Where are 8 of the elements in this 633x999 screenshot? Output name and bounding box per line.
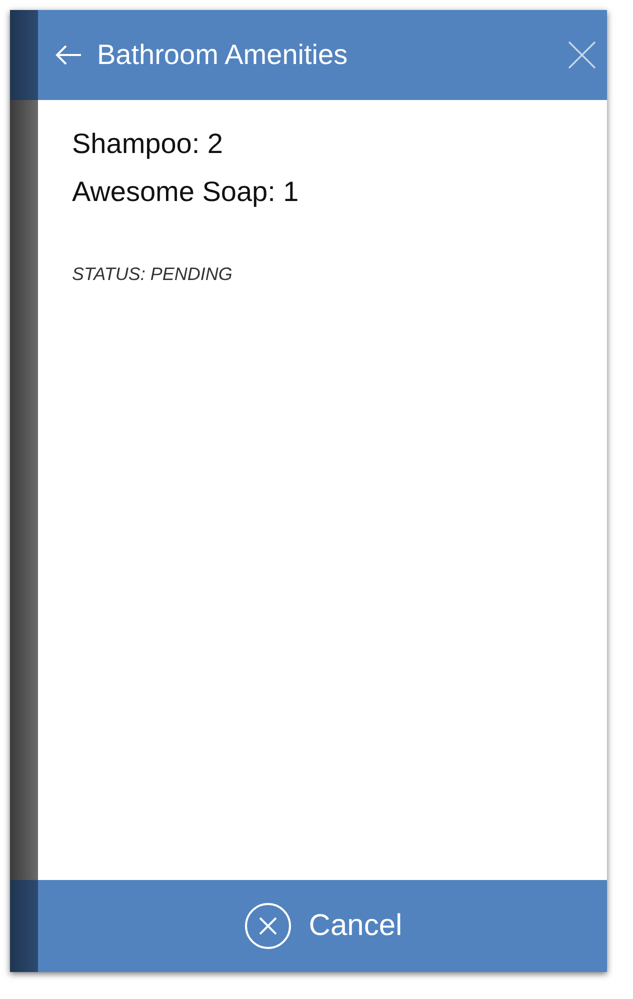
dialog-title: Bathroom Amenities bbox=[97, 39, 349, 71]
cancel-button[interactable]: Cancel bbox=[38, 880, 607, 972]
item-line: Shampoo: 2 bbox=[72, 128, 224, 160]
status-text: STATUS: PENDING bbox=[72, 264, 234, 285]
close-icon[interactable] bbox=[567, 40, 597, 70]
item-line: Awesome Soap: 1 bbox=[72, 176, 300, 208]
cancel-circle-icon bbox=[242, 901, 293, 951]
back-arrow-icon[interactable] bbox=[53, 43, 83, 67]
